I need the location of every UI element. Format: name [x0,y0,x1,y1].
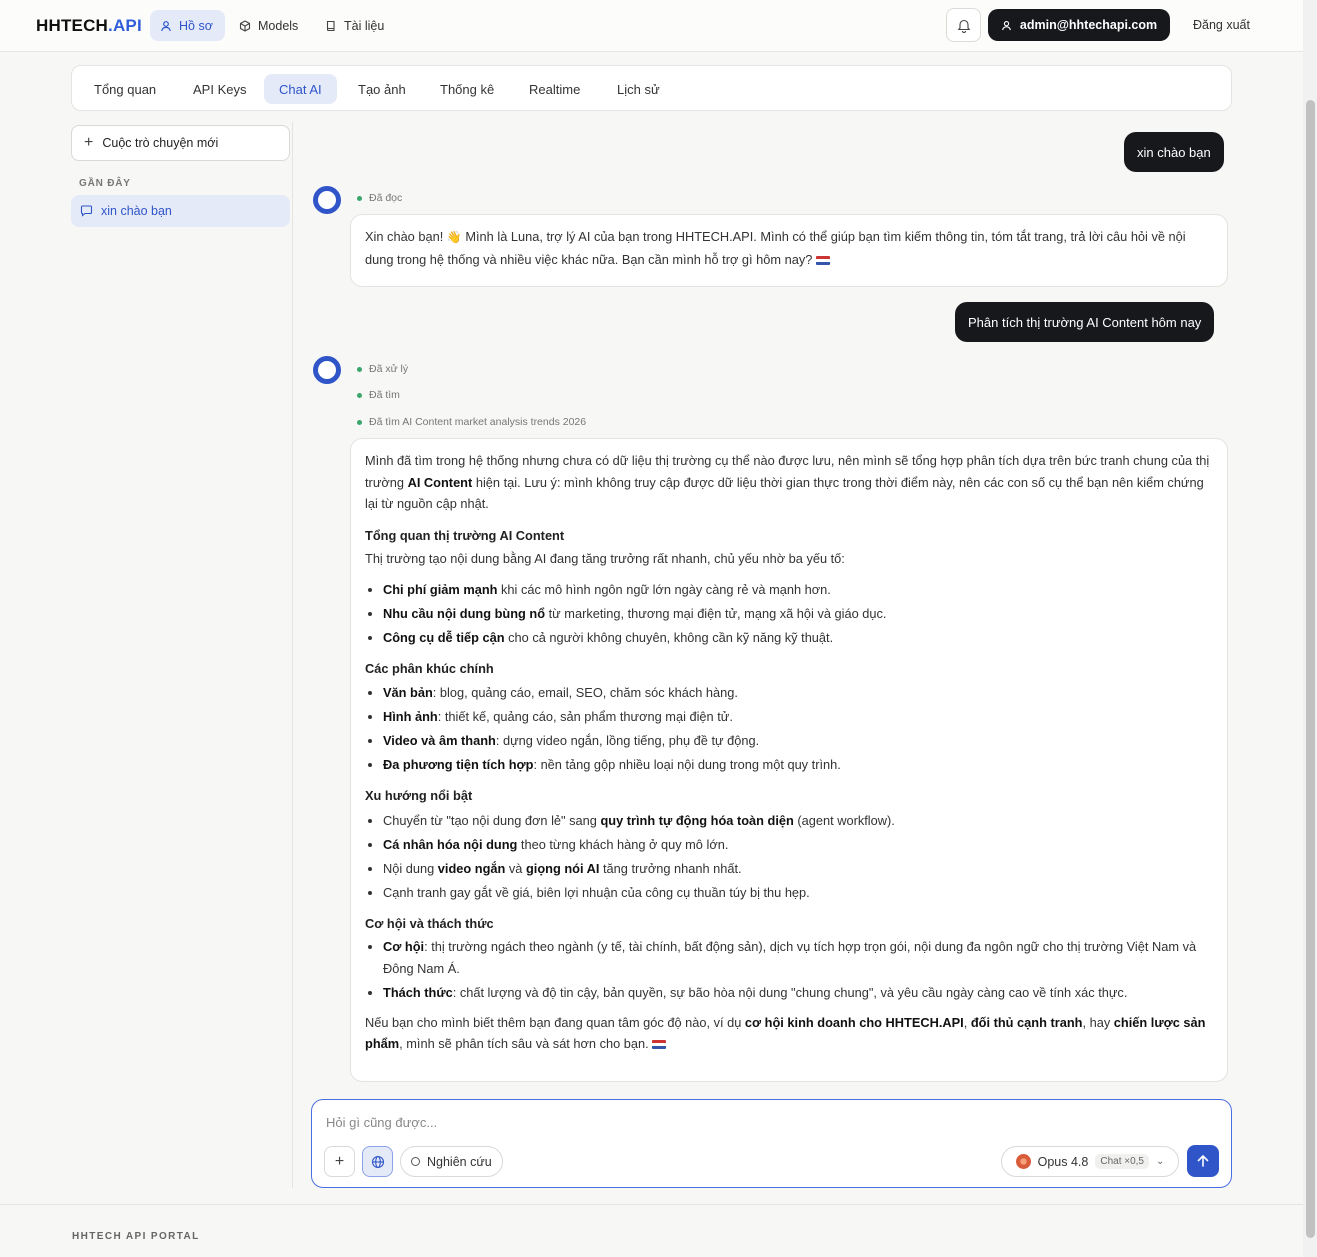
tab-stats[interactable]: Thống kê [425,74,509,104]
nav-profile-label: Hồ sơ [179,18,213,33]
assistant-avatar [313,356,341,384]
account-button[interactable]: admin@hhtechapi.com [988,9,1170,41]
recent-heading: GẦN ĐÂY [79,178,131,189]
new-chat-label: Cuộc trò chuyện mới [102,136,219,150]
list-item: Cá nhân hóa nội dung theo từng khách hàn… [383,833,1213,857]
list-item: Nội dung video ngắn và giọng nói AI tăng… [383,857,1213,881]
status-step: Đã tìm AI Content market analysis trends… [357,416,586,428]
recent-chat-label: xin chào bạn [101,204,172,218]
plus-icon: + [84,134,94,151]
status-dot [357,392,362,398]
user-icon [161,20,171,31]
cube-icon [239,19,251,32]
status-step: Đã tìm [357,389,400,401]
model-name: Opus 4.8 [1037,1154,1089,1169]
flag-icon [652,1040,667,1050]
account-email: admin@hhtechapi.com [1019,18,1158,32]
answer-heading: Tổng quan thị trường AI Content [365,527,565,543]
answer-outro: Nếu bạn cho mình biết thêm bạn đang quan… [365,1014,1206,1052]
notifications-button[interactable] [946,8,981,42]
user-message: xin chào bạn [1124,132,1224,172]
flag-icon [815,255,830,265]
answer-list: Chuyển từ "tạo nội dung đơn lẻ" sang quy… [365,809,1213,905]
chat-bubble-icon [80,205,93,217]
section-tabs: Tổng quan API Keys Chat AI Tạo ảnh Thống… [71,65,1232,111]
footer-text: HHTECH API PORTAL [72,1231,200,1242]
chat-sidebar [0,122,293,1188]
message-input[interactable]: Hỏi gì cũng được... [326,1115,437,1130]
send-button[interactable] [1187,1145,1219,1177]
list-item: Video và âm thanh: dựng video ngắn, lồng… [383,729,1213,753]
assistant-message: Xin chào bạn! 👋 Mình là Luna, trợ lý AI … [350,214,1228,287]
web-search-toggle[interactable] [362,1146,393,1177]
research-toggle[interactable]: Nghiên cứu [400,1146,503,1177]
status-dot [357,366,362,372]
model-selector[interactable]: Opus 4.8 Chat ×0,5 ⌄ [1001,1146,1179,1177]
nav-docs-label: Tài liệu [344,18,385,33]
new-chat-button[interactable]: + Cuộc trò chuyện mới [71,125,290,161]
attach-button[interactable]: + [324,1146,355,1177]
tab-history[interactable]: Lịch sử [602,74,675,104]
list-item: Hình ảnh: thiết kế, quảng cáo, sản phẩm … [383,705,1213,729]
answer-heading: Các phân khúc chính [365,660,494,676]
book-icon [326,20,335,31]
tab-chat-ai[interactable]: Chat AI [264,74,337,104]
answer-intro: Mình đã tìm trong hệ thống nhưng chưa có… [365,453,1210,511]
list-item: Nhu cầu nội dung bùng nổ từ marketing, t… [383,602,1213,626]
user-icon [1001,20,1011,30]
tab-overview[interactable]: Tổng quan [79,74,171,104]
waving-hand-icon: 👋 [446,230,462,244]
nav-profile[interactable]: Hồ sơ [150,10,225,41]
status-dot [357,419,362,425]
nav-docs[interactable]: Tài liệu [315,10,394,41]
answer-list: Cơ hội: thị trường ngách theo ngành (y t… [365,936,1213,1004]
list-item: Đa phương tiện tích hợp: nền tảng gộp nh… [383,753,1213,777]
list-item: Thách thức: chất lượng và độ tin cậy, bả… [383,982,1213,1004]
nav-models[interactable]: Models [229,10,308,41]
list-item: Cơ hội: thị trường ngách theo ngành (y t… [383,936,1213,979]
list-item: Chi phí giảm mạnh khi các mô hình ngôn n… [383,578,1213,602]
plus-icon: + [334,1152,345,1170]
list-item: Công cụ dễ tiếp cận cho cả người không c… [383,626,1213,650]
chat-composer: Hỏi gì cũng được... + Nghiên cứu Opus 4.… [311,1099,1232,1188]
tab-realtime[interactable]: Realtime [514,74,595,104]
answer-heading: Xu hướng nổi bật [365,788,473,803]
status-step: Đã đọc [357,192,402,204]
chevron-down-icon: ⌄ [1156,1156,1165,1167]
research-label: Nghiên cứu [427,1154,492,1169]
status-step: Đã xử lý [357,363,408,375]
assistant-message: Mình đã tìm trong hệ thống nhưng chưa có… [350,438,1228,1082]
logout-link[interactable]: Đăng xuất [1193,18,1250,32]
list-item: Cạnh tranh gay gắt về giá, biên lợi nhuậ… [383,881,1213,905]
scrollbar-thumb[interactable] [1306,100,1315,1238]
status-dot [357,195,362,201]
answer-paragraph: Thị trường tạo nội dung bằng AI đang tăn… [365,551,845,566]
bell-icon [957,19,970,33]
answer-list: Chi phí giảm mạnh khi các mô hình ngôn n… [365,578,1213,650]
user-message: Phân tích thị trường AI Content hôm nay [955,302,1215,342]
model-multiplier: Chat ×0,5 [1095,1154,1149,1169]
answer-heading: Cơ hội và thách thức [365,915,494,931]
globe-icon [371,1155,384,1168]
recent-chat-item[interactable]: xin chào bạn [71,195,290,227]
model-logo-icon [1015,1154,1031,1169]
answer-list: Văn bản: blog, quảng cáo, email, SEO, ch… [365,681,1213,777]
nav-models-label: Models [258,18,299,33]
list-item: Chuyển từ "tạo nội dung đơn lẻ" sang quy… [383,809,1213,833]
logo[interactable]: HHTECH.API [36,16,142,36]
arrow-up-icon [1197,1155,1209,1167]
list-item: Văn bản: blog, quảng cáo, email, SEO, ch… [383,681,1213,705]
tab-api-keys[interactable]: API Keys [178,74,261,104]
tab-image[interactable]: Tạo ảnh [343,74,421,104]
research-icon [411,1157,420,1166]
assistant-avatar [313,186,341,214]
